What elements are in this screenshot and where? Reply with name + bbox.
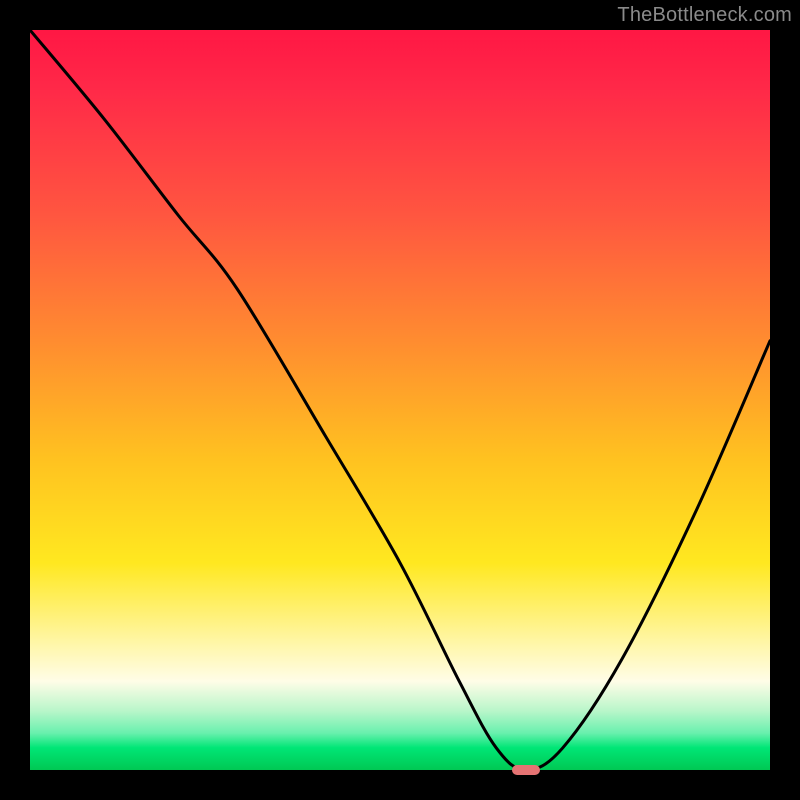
bottleneck-curve (30, 30, 770, 770)
plot-area (30, 30, 770, 770)
chart-container: TheBottleneck.com (0, 0, 800, 800)
min-marker (512, 765, 540, 775)
watermark-text: TheBottleneck.com (617, 4, 792, 27)
